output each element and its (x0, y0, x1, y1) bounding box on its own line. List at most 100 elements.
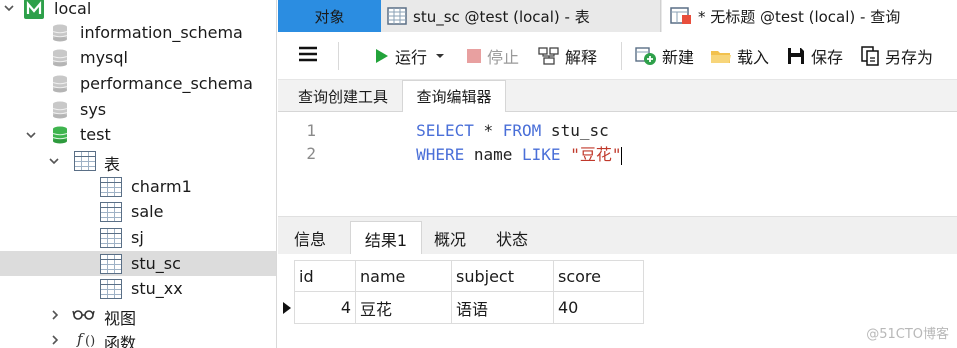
tab-status[interactable]: 状态 (484, 221, 540, 255)
save-button[interactable]: 保存 (786, 42, 843, 70)
functions-folder-label: 函数 (104, 334, 137, 348)
chevron-down-icon[interactable] (24, 128, 38, 142)
table-icon (100, 177, 122, 197)
mysql-connection-icon (23, 0, 44, 19)
database-open-icon (52, 126, 68, 144)
save-as-button[interactable]: 另存为 (860, 42, 933, 70)
chevron-down-icon[interactable] (47, 154, 61, 168)
chevron-down-icon[interactable] (2, 1, 16, 15)
cell-value: 40 (558, 298, 579, 317)
chevron-right-icon[interactable] (48, 308, 62, 322)
cell-value: 4 (340, 298, 351, 317)
save-disk-icon (786, 46, 806, 66)
table-label: stu_sc (131, 254, 181, 273)
svg-text:f: f (76, 330, 85, 348)
tree-node-table-stu-xx[interactable]: stu_xx (0, 276, 276, 301)
tab-objects[interactable]: 对象 (278, 0, 381, 32)
text-caret (621, 146, 623, 165)
database-label: test (80, 125, 111, 144)
stop-label: 停止 (487, 48, 520, 67)
save-as-icon (860, 46, 880, 66)
column-header-subject[interactable]: subject (452, 260, 554, 292)
run-button[interactable]: 运行 (374, 42, 445, 70)
watermark: @51CTO博客 (866, 327, 949, 342)
line-code: WHERE name LIKE "豆花" (339, 122, 623, 184)
table-icon (100, 228, 122, 248)
new-icon (635, 46, 657, 66)
tree-node-table-charm1[interactable]: charm1 (0, 174, 276, 199)
cell-value: 豆花 (360, 299, 393, 319)
sql-editor[interactable]: 1 SELECT * FROM stu_sc 2 WHERE name LIKE… (278, 112, 957, 216)
folder-icon (710, 47, 732, 65)
database-label: mysql (80, 48, 128, 67)
table-icon (100, 254, 122, 274)
tab-info[interactable]: 信息 (282, 221, 338, 255)
explain-icon (538, 46, 560, 66)
tree-node-table-stu-sc[interactable]: stu_sc (0, 251, 276, 276)
tables-folder-label: 表 (104, 155, 121, 174)
database-label: performance_schema (80, 74, 253, 93)
line-number: 1 (306, 120, 316, 140)
line-number: 2 (306, 143, 316, 163)
stop-button[interactable]: 停止 (466, 42, 519, 70)
connection-label: local (54, 0, 92, 18)
table-cell-id[interactable]: 4 (294, 292, 356, 324)
editor-line: 2 WHERE name LIKE "豆花" (278, 142, 623, 165)
row-selector-icon[interactable] (282, 292, 294, 324)
explain-button[interactable]: 解释 (538, 42, 597, 70)
tree-node-db-test[interactable]: test (0, 122, 276, 147)
tree-node-table-sj[interactable]: sj (0, 225, 276, 250)
result-tabs: 信息 结果1 概况 状态 (278, 216, 957, 255)
save-label: 保存 (811, 48, 844, 67)
result-grid: id name subject score 4 豆花 语语 40 (278, 254, 957, 348)
navicat-window: local information_schema mysql performan… (0, 0, 957, 348)
tab-profile[interactable]: 概况 (422, 221, 478, 255)
tree-node-db-sys[interactable]: sys (0, 97, 276, 122)
navigator-tree: local information_schema mysql performan… (0, 0, 277, 348)
column-header-id[interactable]: id (294, 260, 356, 292)
tree-node-connection[interactable]: local (0, 0, 276, 21)
explain-label: 解释 (565, 48, 598, 67)
menu-button[interactable] (298, 42, 318, 70)
column-header-score[interactable]: score (554, 260, 644, 292)
table-cell-score[interactable]: 40 (554, 292, 644, 324)
tab-status-label: 状态 (495, 230, 528, 249)
table-folder-icon (74, 151, 96, 171)
table-cell-name[interactable]: 豆花 (356, 292, 452, 324)
tab-result1[interactable]: 结果1 (350, 221, 422, 255)
database-label: sys (80, 100, 107, 119)
tree-node-tables-folder[interactable]: 表 (0, 148, 276, 174)
tab-result1-label: 结果1 (364, 230, 408, 250)
table-icon (100, 279, 122, 299)
database-icon (52, 101, 68, 119)
tab-info-label: 信息 (293, 230, 326, 249)
column-header-label: score (558, 266, 601, 286)
tree-node-db-performance-schema[interactable]: performance_schema (0, 71, 276, 96)
table-cell-subject[interactable]: 语语 (452, 292, 554, 324)
sql-keyword: WHERE (416, 145, 465, 164)
sql-keyword: LIKE (522, 145, 561, 164)
tree-node-table-sale[interactable]: sale (0, 199, 276, 224)
load-label: 载入 (737, 48, 770, 67)
tab-table-stu-sc[interactable]: stu_sc @test (local) - 表 (383, 0, 661, 32)
tree-node-db-mysql[interactable]: mysql (0, 45, 276, 70)
cell-value: 语语 (456, 299, 489, 319)
table-label: stu_xx (131, 279, 183, 298)
play-icon (374, 47, 390, 65)
table-icon (387, 7, 407, 25)
column-header-name[interactable]: name (356, 260, 452, 292)
sql-string: "豆花" (570, 145, 622, 164)
query-table-icon (670, 7, 692, 25)
tree-node-views-folder[interactable]: 视图 (0, 302, 276, 328)
tree-node-db-information-schema[interactable]: information_schema (0, 20, 276, 45)
new-button[interactable]: 新建 (635, 42, 694, 70)
chevron-right-icon[interactable] (48, 333, 62, 347)
column-header-label: id (299, 266, 314, 286)
svg-text:(): () (85, 334, 95, 348)
load-button[interactable]: 载入 (710, 42, 769, 70)
dropdown-arrow-icon[interactable] (435, 51, 445, 61)
tab-query-untitled[interactable]: * 无标题 @test (local) - 查询 (662, 0, 957, 32)
tab-query-label: * 无标题 @test (local) - 查询 (698, 7, 901, 26)
tree-node-functions-folder[interactable]: f() 函数 (0, 327, 276, 348)
